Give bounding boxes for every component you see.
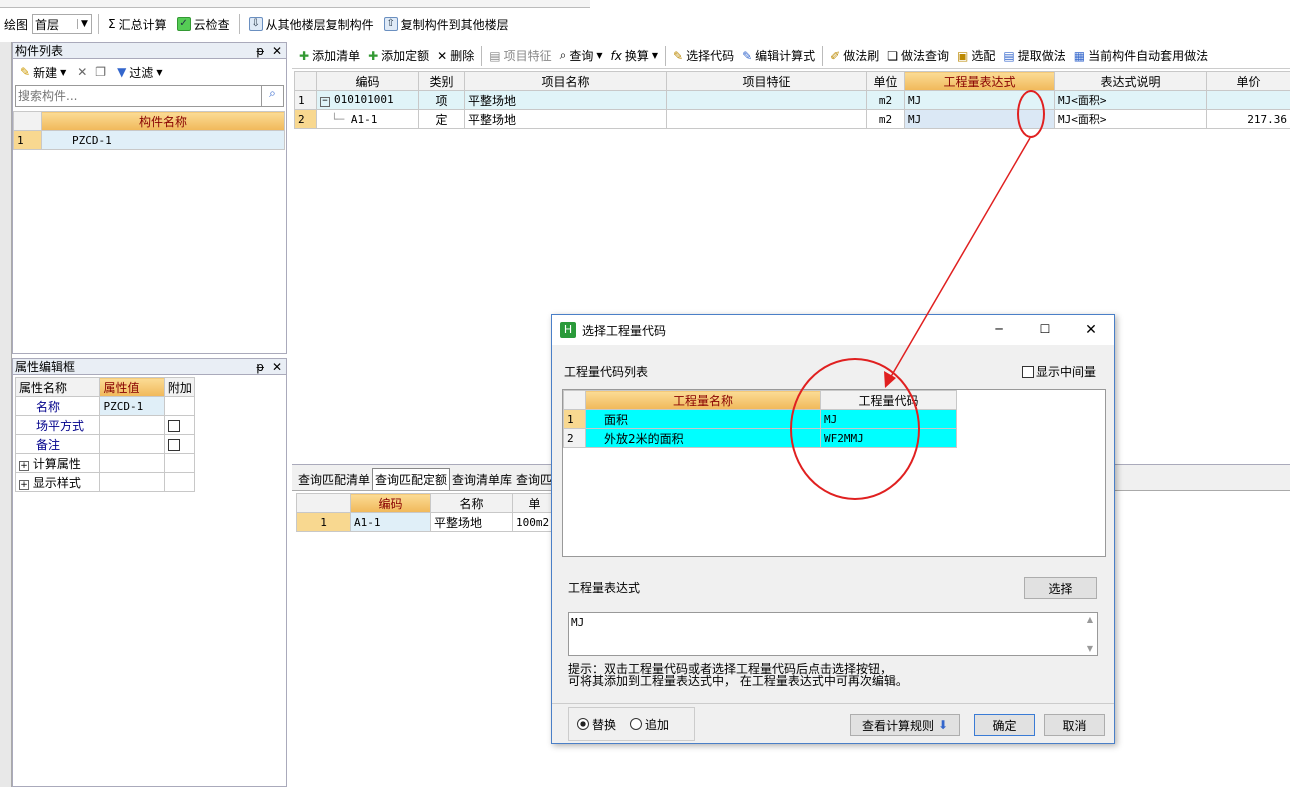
annotation-arrow-line: [888, 137, 1031, 381]
annotation-arrow-head: [884, 371, 896, 388]
annotation-arrow: [884, 137, 1031, 388]
